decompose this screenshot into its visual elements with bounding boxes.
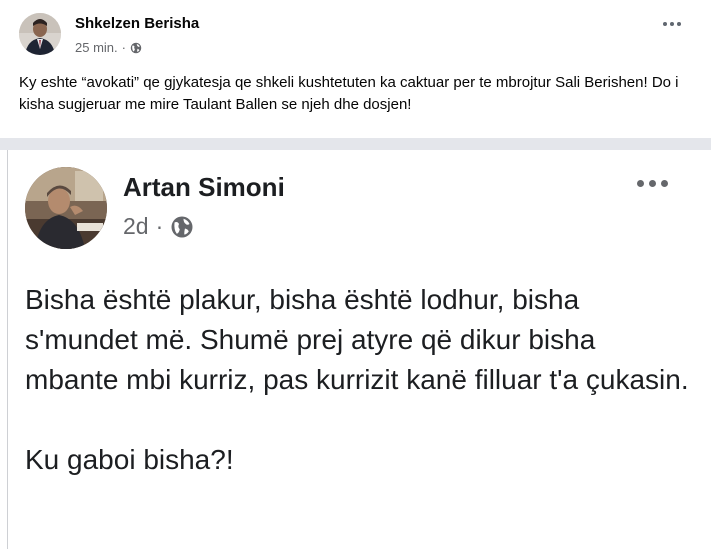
post-paragraph: Bisha është plakur, bisha është lodhur, … [25, 284, 689, 395]
post-meta: 25 min. · [75, 40, 142, 55]
post-author[interactable]: Artan Simoni [123, 172, 285, 203]
avatar-image [25, 167, 107, 249]
post-time[interactable]: 2d [123, 213, 149, 240]
more-options-icon[interactable] [637, 180, 668, 187]
dot [649, 180, 656, 187]
post-time[interactable]: 25 min. [75, 40, 118, 55]
post-meta: 2d · [123, 213, 194, 240]
outer-post: Shkelzen Berisha 25 min. · Ky eshte “avo… [0, 0, 711, 138]
shared-post: Artan Simoni 2d · Bisha është plakur, bi… [7, 150, 711, 549]
globe-icon[interactable] [130, 42, 142, 54]
dot [670, 22, 674, 26]
meta-separator: · [121, 40, 126, 55]
avatar-image [19, 13, 61, 55]
dot [677, 22, 681, 26]
divider [0, 138, 711, 150]
post-paragraph: Ku gaboi bisha?! [25, 444, 234, 475]
dot [663, 22, 667, 26]
avatar[interactable] [19, 13, 61, 55]
post-author[interactable]: Shkelzen Berisha [75, 15, 199, 32]
globe-icon[interactable] [170, 215, 194, 239]
meta-separator: · [155, 213, 164, 239]
avatar[interactable] [25, 167, 107, 249]
post-text: Ky eshte “avokati” qe gjykatesja qe shke… [19, 74, 679, 113]
dot [661, 180, 668, 187]
more-options-icon[interactable] [663, 22, 681, 26]
dot [637, 180, 644, 187]
shared-post-text: Bisha është plakur, bisha është lodhur, … [25, 280, 695, 480]
